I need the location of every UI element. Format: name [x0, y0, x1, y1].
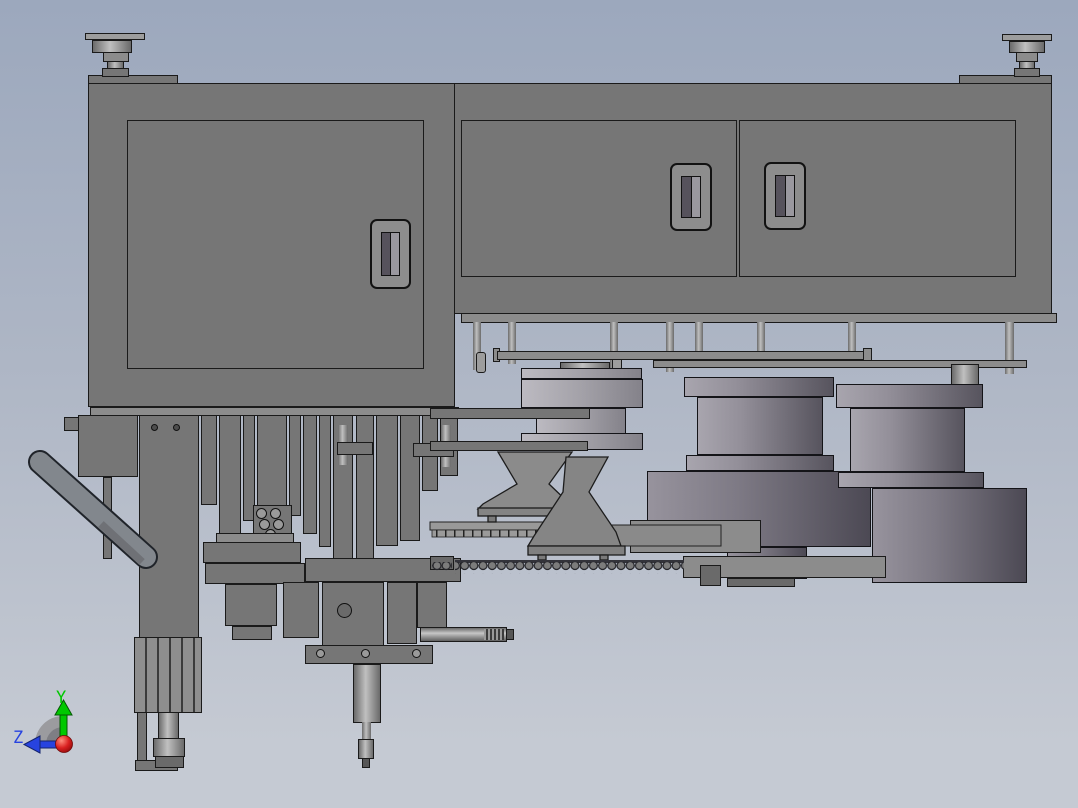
z-axis-arrow-icon	[22, 735, 41, 754]
origin-sphere-icon	[55, 735, 73, 753]
z-axis-label: Z	[13, 728, 23, 748]
conveyor-chain	[432, 560, 684, 574]
y-axis-label: Y	[56, 688, 66, 708]
orientation-triad[interactable]: Y Z	[13, 688, 73, 754]
diagonal-chute-brace	[28, 450, 158, 569]
cad-viewport[interactable]: Y Z	[0, 0, 1078, 808]
overlay-graphics: Y Z	[13, 450, 722, 754]
